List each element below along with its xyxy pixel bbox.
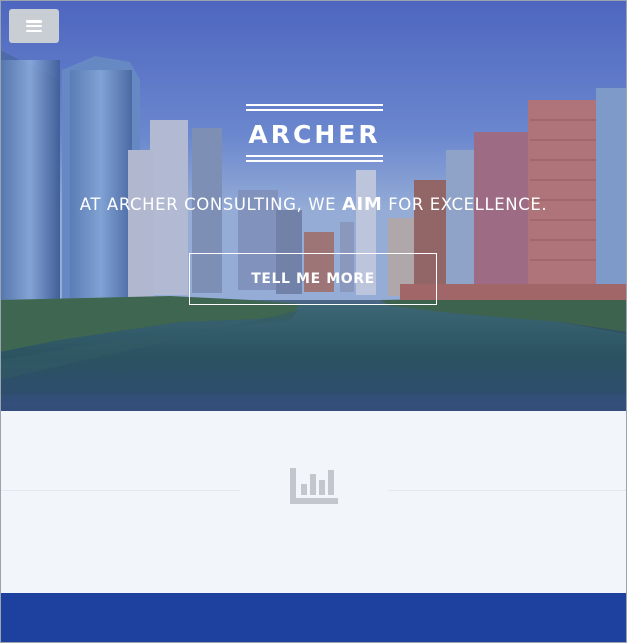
tagline-emphasis: AIM <box>342 194 383 215</box>
hero-banner: ARCHER AT ARCHER CONSULTING, WE AIM FOR … <box>0 0 627 411</box>
brand-top-rule <box>246 104 383 106</box>
tagline-text-start: AT ARCHER CONSULTING, WE <box>79 195 342 214</box>
tell-me-more-button[interactable]: TELL ME MORE <box>189 253 437 305</box>
footer-band <box>0 593 627 643</box>
brand-bottom-rule <box>246 155 383 157</box>
brand-title: ARCHER <box>248 120 381 149</box>
tagline-text-end: FOR EXCELLENCE. <box>382 195 548 214</box>
hamburger-menu-icon <box>26 20 42 32</box>
hero-tagline: AT ARCHER CONSULTING, WE AIM FOR EXCELLE… <box>0 194 627 215</box>
divider-right <box>388 490 627 491</box>
brand-logo[interactable]: ARCHER <box>246 104 383 165</box>
brand-bottom-rule-2 <box>246 160 383 162</box>
divider-left <box>0 490 240 491</box>
bar-chart-icon <box>290 468 338 504</box>
services-section <box>0 411 627 593</box>
menu-toggle-button[interactable] <box>9 9 59 43</box>
brand-top-rule-2 <box>246 109 383 111</box>
